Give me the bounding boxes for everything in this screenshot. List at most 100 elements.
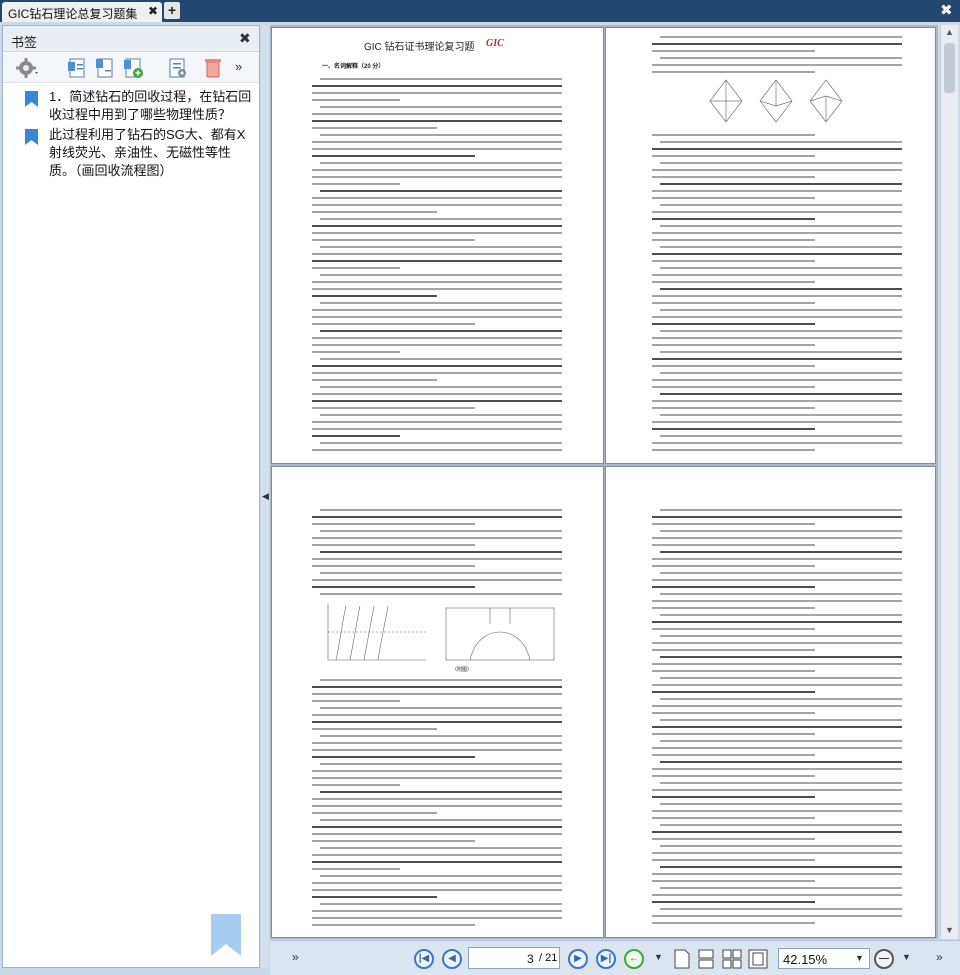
text-line <box>312 267 400 269</box>
text-line <box>660 719 902 721</box>
document-viewport[interactable]: GIC 钻石证书理论复习题 GIC 一、名词解释（20 分） （附图） <box>270 25 938 939</box>
text-line <box>652 295 902 297</box>
text-line <box>312 407 475 409</box>
text-line <box>652 281 815 283</box>
text-line <box>312 833 562 835</box>
zoom-dropdown-icon[interactable]: ▼ <box>855 953 864 963</box>
zoom-out-button[interactable]: — <box>874 949 894 969</box>
text-line <box>652 344 815 346</box>
bookmark-item[interactable]: 此过程利用了钻石的SG大、都有X射线荧光、亲油性、无磁性等性质。（画回收流程图） <box>3 126 259 186</box>
bookmark-item[interactable]: 1．简述钻石的回收过程，在钻石回收过程中用到了哪些物理性质？ <box>3 88 259 128</box>
window-close-icon[interactable]: ✖ <box>940 1 953 19</box>
text-line <box>652 239 815 241</box>
pdf-page <box>605 466 936 938</box>
go-back-button[interactable]: ← <box>624 949 644 969</box>
bookmark-expand-icon[interactable] <box>65 56 89 80</box>
total-pages: / 21 <box>539 952 558 964</box>
panel-splitter[interactable]: ◀ <box>261 25 269 968</box>
text-line <box>312 337 562 339</box>
bookmarks-panel: 书签 ✖ » 1．简述钻石的回收过程，在钻石回收过程中用到了哪些物理性质？ 此过… <box>2 25 260 968</box>
zoom-select[interactable]: 42.15% ▼ <box>778 948 870 969</box>
text-line <box>660 183 902 185</box>
text-line <box>312 92 562 94</box>
text-line <box>312 421 562 423</box>
text-line <box>320 819 562 821</box>
text-line <box>660 267 902 269</box>
text-line <box>652 565 815 567</box>
collapse-arrow-icon[interactable]: ◀ <box>262 491 269 502</box>
text-line <box>312 127 437 129</box>
zoom-menu-icon[interactable]: ▼ <box>902 953 911 962</box>
next-page-button[interactable]: ▶ <box>568 949 588 969</box>
continuous-page-icon[interactable] <box>698 949 714 969</box>
tab-close-icon[interactable]: ✖ <box>148 4 158 18</box>
page-number-input[interactable]: 3 / 21 <box>468 947 560 969</box>
fit-page-icon[interactable] <box>748 949 768 969</box>
panel-close-icon[interactable]: ✖ <box>239 30 251 47</box>
text-line <box>312 260 562 262</box>
text-line <box>652 838 815 840</box>
text-line <box>652 579 902 581</box>
single-page-icon[interactable] <box>674 949 690 969</box>
page-title: GIC 钻石证书理论复习题 <box>364 42 475 53</box>
text-line <box>660 204 902 206</box>
panel-title: 书签 <box>11 35 38 50</box>
text-line <box>320 572 562 574</box>
text-line <box>320 707 562 709</box>
text-line <box>312 169 562 171</box>
text-line <box>660 908 902 910</box>
text-line <box>312 756 475 758</box>
flow-diagram <box>445 607 555 661</box>
text-line <box>312 558 562 560</box>
pdf-page: （附图） <box>271 466 604 938</box>
text-line <box>660 803 902 805</box>
current-page: 3 <box>527 952 534 966</box>
settings-icon[interactable] <box>15 56 39 80</box>
text-line <box>312 211 437 213</box>
scroll-thumb[interactable] <box>944 43 955 93</box>
text-line <box>660 393 902 395</box>
text-line <box>652 253 902 255</box>
tab-document[interactable]: GIC钻石理论总复习题集 ✖ <box>2 2 162 22</box>
history-dropdown-icon[interactable]: ▼ <box>654 953 663 962</box>
text-line <box>652 43 902 45</box>
text-line <box>312 693 562 695</box>
bookmark-collapse-icon[interactable] <box>93 56 117 80</box>
text-line <box>660 782 902 784</box>
text-line <box>320 106 562 108</box>
text-line <box>652 600 902 602</box>
text-line <box>660 845 902 847</box>
scroll-up-icon[interactable]: ▲ <box>945 27 954 37</box>
scroll-down-icon[interactable]: ▼ <box>945 925 954 935</box>
delete-icon[interactable] <box>201 56 225 80</box>
text-line <box>320 735 562 737</box>
text-line <box>652 768 902 770</box>
bookmark-flag-icon <box>25 91 38 107</box>
last-page-button[interactable]: ▶| <box>596 949 616 969</box>
text-line <box>312 700 400 702</box>
panel-header: 书签 ✖ <box>3 26 259 52</box>
facing-pages-icon[interactable] <box>722 949 742 969</box>
statusbar-more-right-icon[interactable]: » <box>936 951 943 963</box>
text-line <box>652 712 815 714</box>
statusbar-more-left-icon[interactable]: » <box>292 951 299 963</box>
bookmark-add-icon[interactable] <box>121 56 145 80</box>
text-line <box>312 225 562 227</box>
text-line <box>312 344 562 346</box>
previous-page-button[interactable]: ◀ <box>442 949 462 969</box>
zoom-value: 42.15% <box>783 952 828 967</box>
text-line <box>312 372 562 374</box>
text-line <box>312 812 437 814</box>
bookmark-properties-icon[interactable] <box>165 56 189 80</box>
text-line <box>652 218 815 220</box>
text-line <box>312 861 562 863</box>
first-page-button[interactable]: |◀ <box>414 949 434 969</box>
pdf-page <box>605 27 936 464</box>
text-line <box>652 365 815 367</box>
text-line <box>312 176 562 178</box>
new-tab-button[interactable]: + <box>164 2 180 19</box>
vertical-scrollbar[interactable]: ▲ ▼ <box>940 25 958 939</box>
text-line <box>312 579 562 581</box>
toolbar-more-icon[interactable]: » <box>235 60 242 74</box>
text-line <box>660 614 902 616</box>
